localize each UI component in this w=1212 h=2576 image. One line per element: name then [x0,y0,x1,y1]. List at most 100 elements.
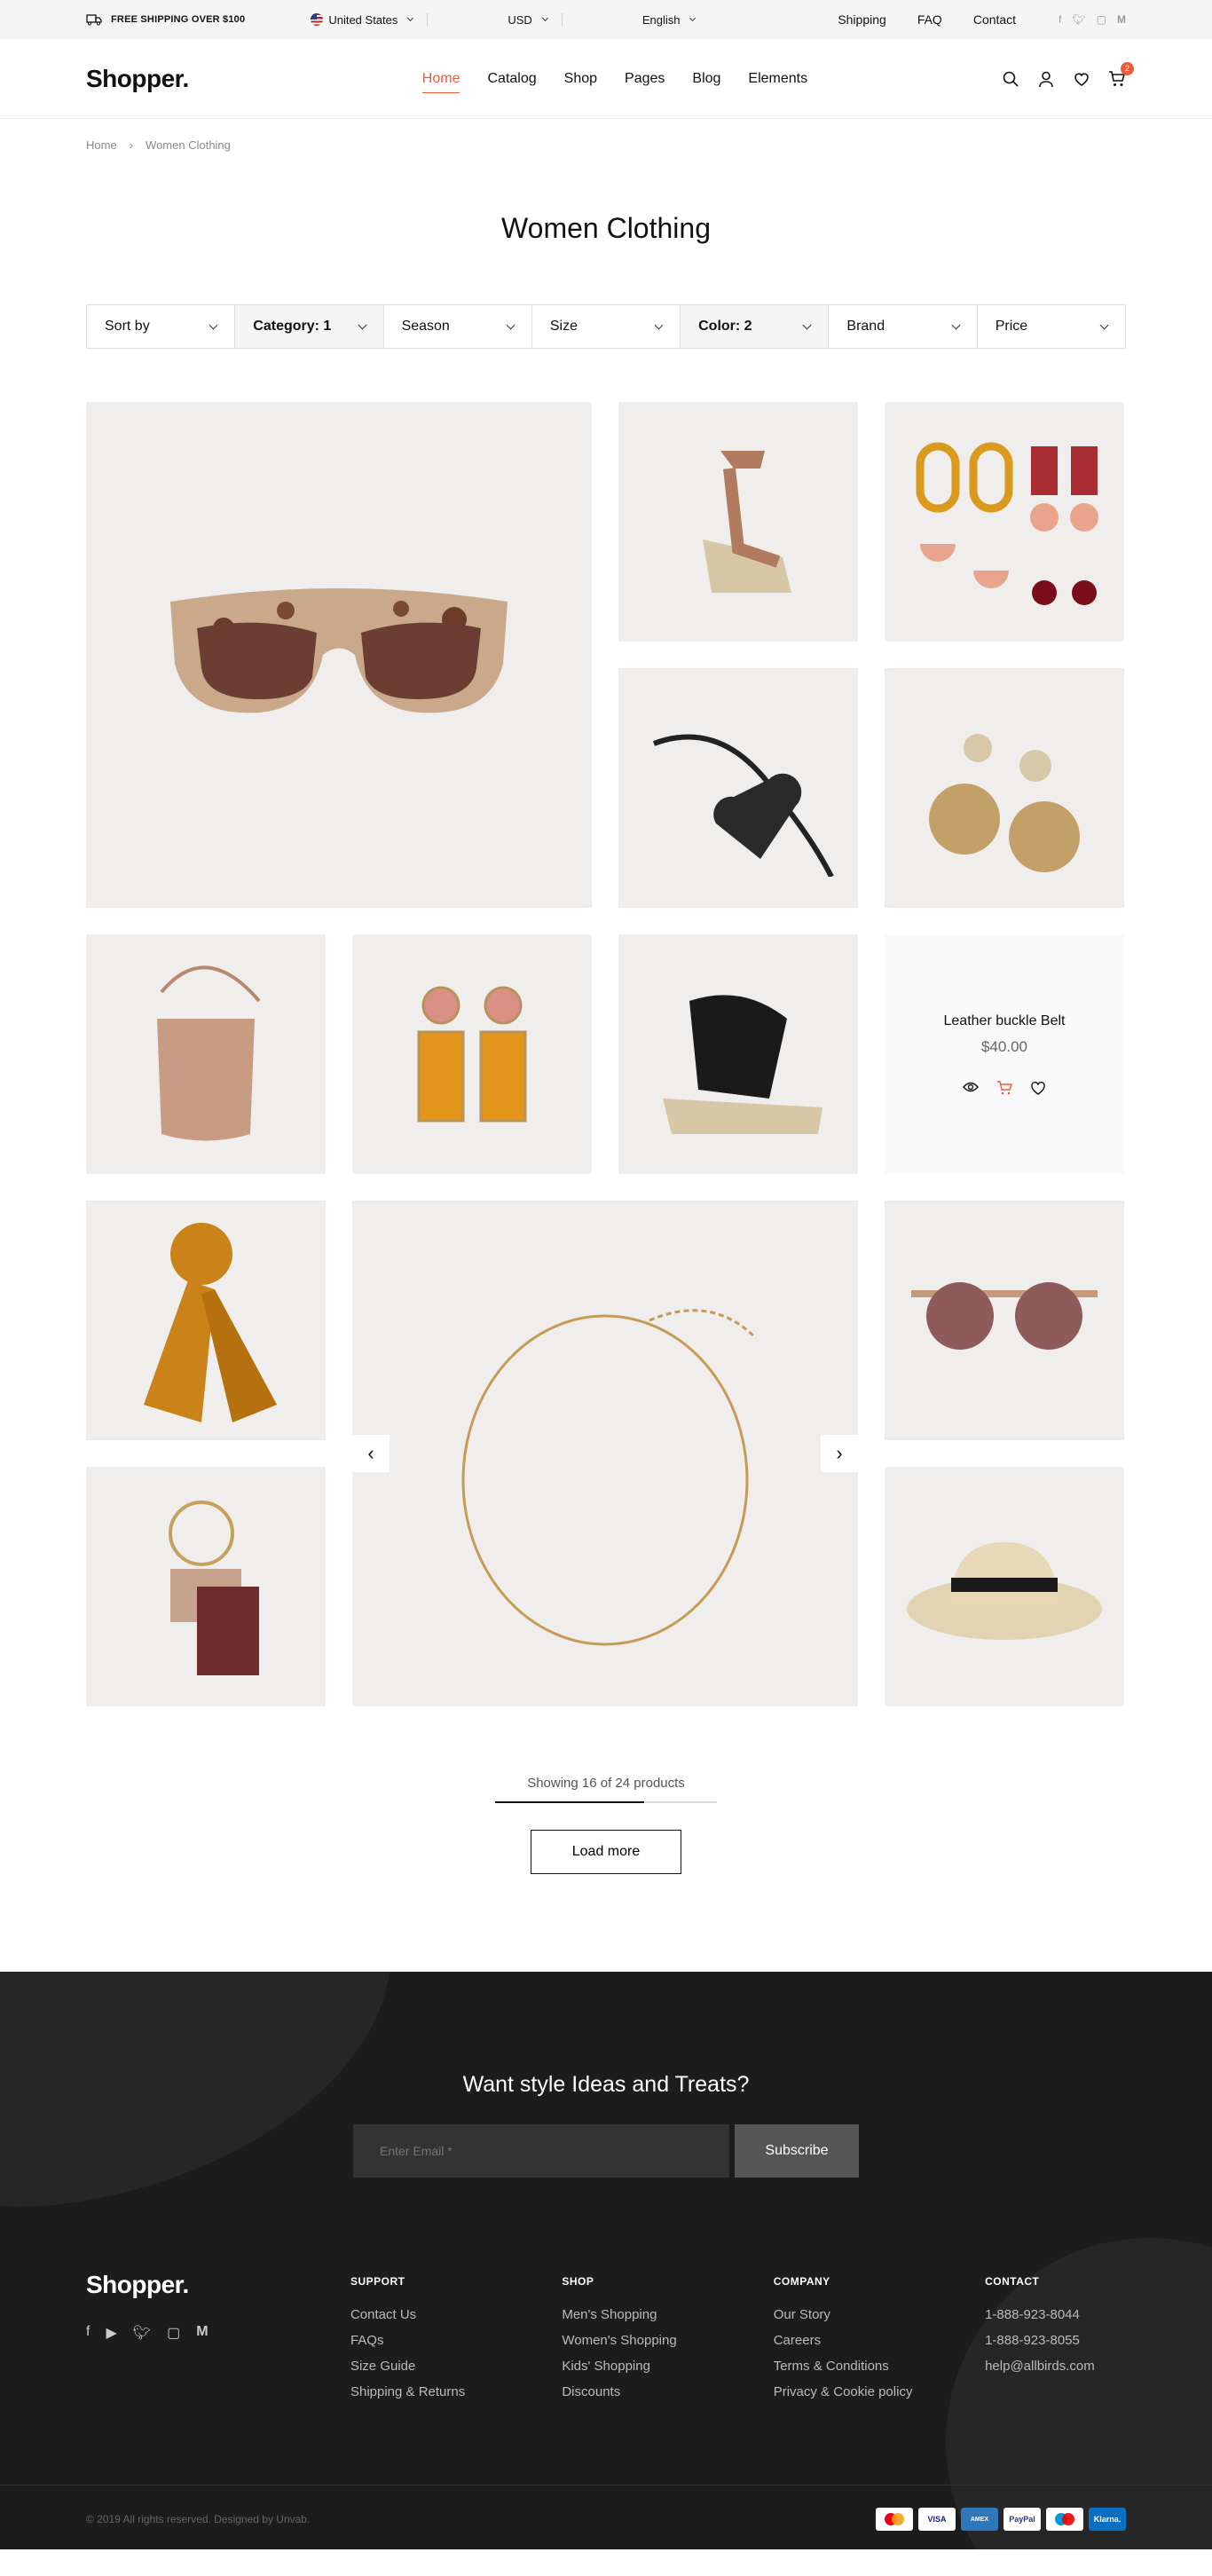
heart-icon[interactable] [1030,1081,1046,1095]
footer-link[interactable]: Privacy & Cookie policy [774,2384,985,2399]
carousel-prev-button[interactable]: ‹ [352,1435,390,1472]
nav-catalog[interactable]: Catalog [487,71,536,87]
footer-phone[interactable]: 1-888-923-8055 [985,2333,1126,2348]
twitter-icon[interactable]: 🐦︎ [133,2324,151,2342]
medium-icon[interactable]: M [196,2324,208,2342]
filter-label: Season [401,319,450,334]
filter-label: Price [995,319,1028,334]
product-card-card-holders[interactable] [86,1467,326,1706]
product-card-amber-earrings[interactable] [352,934,592,1174]
footer-phone[interactable]: 1-888-923-8044 [985,2307,1126,2322]
cart-icon[interactable] [996,1081,1012,1095]
footer-link[interactable]: FAQs [350,2333,562,2348]
footer-link[interactable]: Our Story [774,2307,985,2322]
newsletter-form: Subscribe [0,2124,1212,2178]
product-card-heart-bag[interactable] [618,668,858,908]
youtube-icon[interactable]: ▶ [106,2324,116,2342]
product-card-wedge-sandal[interactable] [618,402,858,642]
faq-link[interactable]: FAQ [917,12,942,27]
footer-link[interactable]: Men's Shopping [562,2307,773,2322]
eye-icon[interactable] [963,1081,979,1093]
nav-blog[interactable]: Blog [692,71,720,87]
filter-brand[interactable]: Brand [829,305,978,348]
filter-size[interactable]: Size [532,305,681,348]
breadcrumb: Home › Women Clothing [86,119,1126,152]
footer-link[interactable]: Women's Shopping [562,2333,773,2348]
maestro-icon [1046,2508,1083,2531]
twitter-icon[interactable]: 🐦︎ [1072,13,1085,26]
showing-count: Showing 16 of 24 products [527,1776,685,1791]
header-icons: 2 [1002,62,1134,88]
nav-pages[interactable]: Pages [625,71,665,87]
breadcrumb-home[interactable]: Home [86,138,117,152]
footer-logo[interactable]: Shopper. [86,2271,350,2299]
language-select[interactable]: English [642,13,697,27]
product-card-scrunchie[interactable] [86,1201,326,1440]
facebook-icon[interactable]: f [86,2324,90,2342]
divider [561,13,563,26]
bucket-bag-image [157,965,261,1141]
instagram-icon[interactable]: ▢ [167,2324,180,2342]
footer-link[interactable]: Discounts [562,2384,773,2399]
user-icon[interactable] [1037,70,1055,88]
product-card-straw-hat[interactable] [885,1467,1124,1706]
search-icon[interactable] [1002,70,1019,88]
filter-sort[interactable]: Sort by [87,305,236,348]
footer-link[interactable]: Contact Us [350,2307,562,2322]
nav-home[interactable]: Home [421,71,460,93]
product-grid: Leather buckle Belt $40.00 ‹ › [86,402,1126,1706]
main-nav: Home Catalog Shop Pages Blog Elements [421,71,807,93]
amex-icon: AMEX [961,2508,998,2531]
cart-button[interactable]: 2 [1108,62,1134,88]
heart-icon[interactable] [1073,70,1090,88]
footer-link[interactable]: Careers [774,2333,985,2348]
product-card-bucket-bag[interactable] [86,934,326,1174]
nav-shop[interactable]: Shop [564,71,597,87]
footer-brand: Shopper. f ▶ 🐦︎ ▢ M [86,2271,350,2410]
product-card-black-wedge[interactable] [618,934,858,1174]
footer-link[interactable]: Terms & Conditions [774,2359,985,2374]
logo[interactable]: Shopper. [86,65,189,93]
newsletter-title: Want style Ideas and Treats? [462,2072,750,2097]
country-select[interactable]: United States [311,13,414,27]
filter-label: Category: 1 [253,319,332,334]
shell-necklace-image [461,1309,758,1646]
product-card-sunglasses[interactable] [86,402,592,908]
currency-select[interactable]: USD [508,13,548,27]
product-card-gold-earrings[interactable] [885,668,1124,908]
filter-price[interactable]: Price [978,305,1125,348]
sandal-image [703,451,791,593]
chevron-left-icon: ‹ [367,1442,374,1464]
product-card-leather-belt[interactable]: Leather buckle Belt $40.00 [885,934,1124,1174]
product-card-shell-necklace[interactable]: ‹ › [352,1201,858,1706]
subscribe-button[interactable]: Subscribe [735,2124,859,2178]
heart-bag-image [652,734,834,877]
product-card-round-sunglasses[interactable] [885,1201,1124,1440]
nav-elements[interactable]: Elements [748,71,807,87]
filter-season[interactable]: Season [384,305,532,348]
footer-link[interactable]: Shipping & Returns [350,2384,562,2399]
footer-link[interactable]: Size Guide [350,2359,562,2374]
footer-email[interactable]: help@allbirds.com [985,2359,1126,2374]
medium-icon[interactable]: M [1117,13,1126,26]
filter-color[interactable]: Color: 2 [681,305,830,348]
product-card-earrings-set[interactable] [885,402,1124,642]
topbar-links: Shipping FAQ Contact [838,12,1016,27]
email-input[interactable] [353,2124,729,2178]
instagram-icon[interactable]: ▢ [1097,13,1106,26]
chevron-down-icon [1099,320,1109,330]
contact-link[interactable]: Contact [973,12,1016,27]
footer-col-title: SHOP [562,2275,594,2288]
shipping-link[interactable]: Shipping [838,12,886,27]
product-name[interactable]: Leather buckle Belt [944,1013,1066,1029]
facebook-icon[interactable]: f [1059,13,1061,26]
footer: Want style Ideas and Treats? Subscribe S… [0,1972,1212,2549]
carousel-next-button[interactable]: › [821,1435,858,1472]
load-more-button[interactable]: Load more [531,1830,681,1874]
product-actions [963,1081,1046,1095]
footer-link[interactable]: Kids' Shopping [562,2359,773,2374]
paypal-icon: PayPal [1003,2508,1041,2531]
chevron-right-icon: › [836,1442,843,1464]
filter-category[interactable]: Category: 1 [235,305,384,348]
filter-label: Sort by [105,319,150,334]
